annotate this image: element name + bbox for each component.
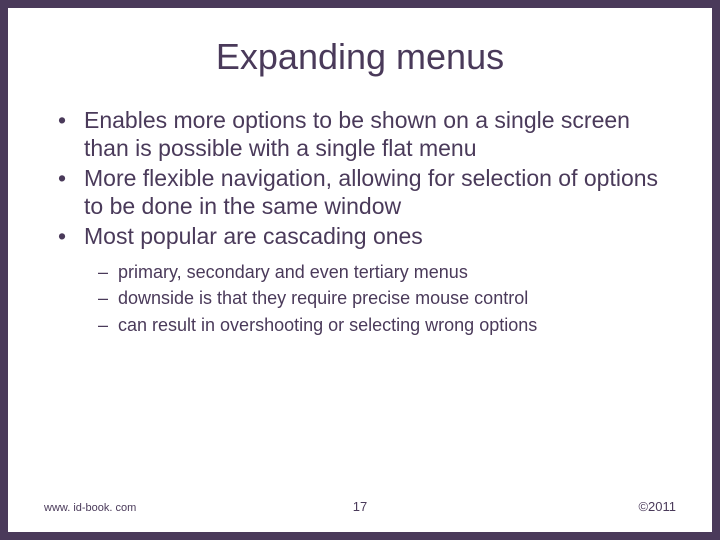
sub-bullet-item: can result in overshooting or selecting … bbox=[98, 313, 676, 338]
slide-title: Expanding menus bbox=[44, 36, 676, 78]
sub-bullet-item: downside is that they require precise mo… bbox=[98, 286, 676, 311]
footer-url: www. id-book. com bbox=[44, 502, 136, 514]
footer-copyright: ©2011 bbox=[638, 499, 676, 514]
bullet-item: More flexible navigation, allowing for s… bbox=[56, 164, 676, 220]
slide: Expanding menus Enables more options to … bbox=[8, 8, 712, 532]
sub-bullet-item: primary, secondary and even tertiary men… bbox=[98, 260, 676, 285]
footer-page-number: 17 bbox=[353, 499, 367, 514]
bullet-item: Enables more options to be shown on a si… bbox=[56, 106, 676, 162]
sub-bullet-list: primary, secondary and even tertiary men… bbox=[44, 260, 676, 338]
bullet-list: Enables more options to be shown on a si… bbox=[44, 106, 676, 250]
bullet-item: Most popular are cascading ones bbox=[56, 222, 676, 250]
footer: www. id-book. com 17 ©2011 bbox=[8, 499, 712, 514]
